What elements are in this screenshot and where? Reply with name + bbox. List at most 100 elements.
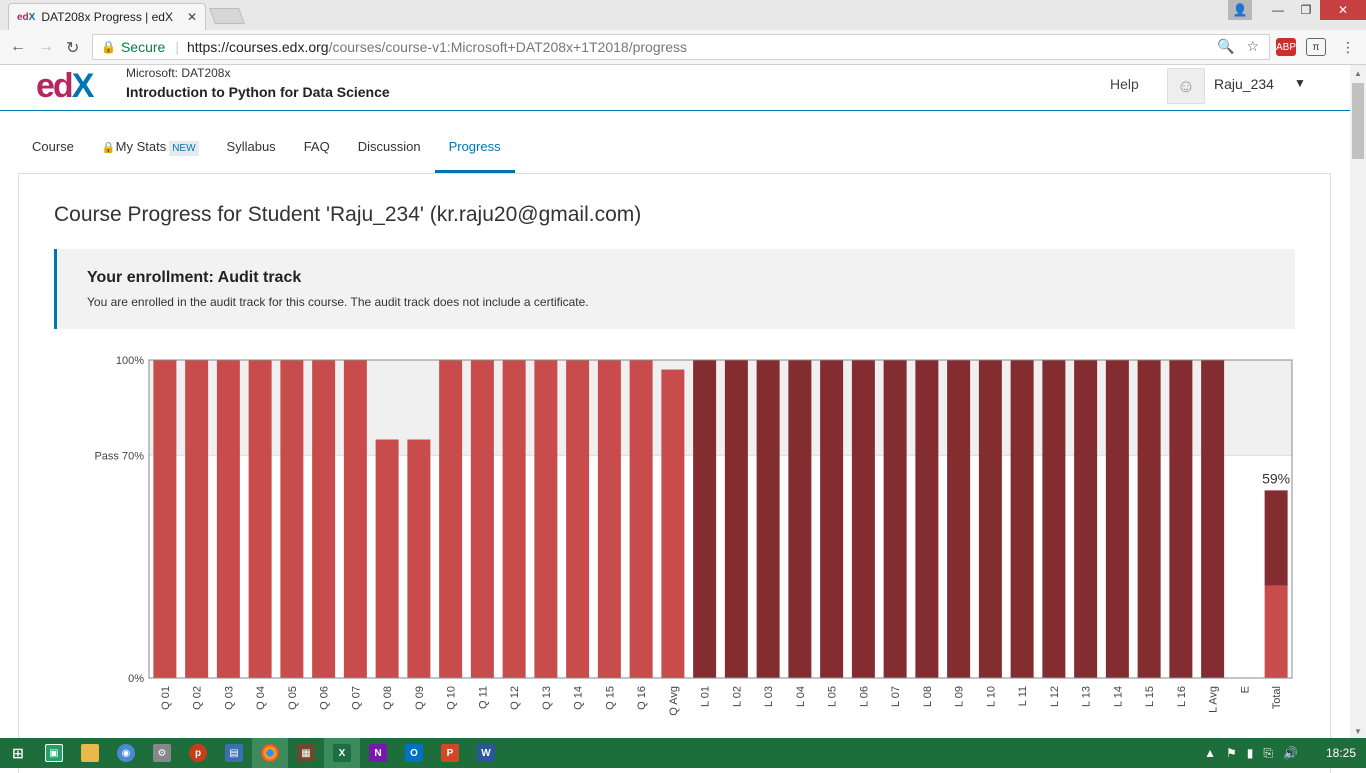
url-input[interactable]: 🔒 Secure | https://courses.edx.org/cours… bbox=[92, 34, 1270, 60]
x-tick-label: Q 15 bbox=[604, 686, 616, 710]
edx-logo[interactable]: edX bbox=[36, 67, 94, 106]
browser-tabstrip: edX DAT208x Progress | edX ✕ 👤 — ❐ ✕ bbox=[0, 0, 1366, 30]
x-tick-label: L 14 bbox=[1112, 686, 1124, 707]
address-bar: ← → ↻ 🔒 Secure | https://courses.edx.org… bbox=[0, 30, 1366, 65]
bar-q-05 bbox=[280, 360, 304, 678]
tab-syllabus[interactable]: Syllabus bbox=[213, 128, 290, 173]
taskbar-image-viewer-icon[interactable]: ▦ bbox=[288, 738, 324, 768]
scroll-up-icon[interactable]: ▲ bbox=[1354, 69, 1362, 78]
x-tick-label: L 11 bbox=[1017, 686, 1029, 706]
url-host: https://courses.edx.org bbox=[186, 39, 329, 55]
menu-icon[interactable]: ⋮ bbox=[1338, 38, 1358, 56]
start-button[interactable]: ⊞ bbox=[0, 738, 36, 768]
taskbar-powerpoint-icon[interactable]: P bbox=[432, 738, 468, 768]
profile-icon[interactable]: 👤 bbox=[1228, 0, 1252, 20]
extension-icon[interactable]: π bbox=[1306, 38, 1326, 56]
scroll-thumb[interactable] bbox=[1352, 83, 1364, 159]
bar-total-lab bbox=[1264, 490, 1288, 586]
bar-total-quiz bbox=[1264, 585, 1288, 678]
bar-l-13 bbox=[1074, 360, 1098, 678]
bar-q-04 bbox=[248, 360, 272, 678]
taskbar-paint-icon[interactable]: ▤ bbox=[216, 738, 252, 768]
tray-flag-icon[interactable]: ⚑ bbox=[1226, 746, 1237, 760]
progress-chart: Q 01 Q 02 Q 03 Q 04 Q 05 Q 06 Q 07 Q 08 Q 09 Q 10… bbox=[94, 355, 1293, 716]
bar-l-08 bbox=[915, 360, 939, 678]
x-tick-label: L 16 bbox=[1176, 686, 1188, 707]
bar-l-05 bbox=[820, 360, 844, 678]
bar-q-13 bbox=[534, 360, 558, 678]
minimize-icon[interactable]: — bbox=[1264, 0, 1292, 20]
taskbar-chrome-icon[interactable] bbox=[252, 738, 288, 768]
scroll-down-icon[interactable]: ▼ bbox=[1354, 727, 1362, 736]
page-scrollbar[interactable]: ▲ ▼ bbox=[1350, 65, 1366, 738]
enrollment-text: You are enrolled in the audit track for … bbox=[87, 295, 589, 309]
taskbar-onenote-icon[interactable]: N bbox=[360, 738, 396, 768]
bar-l-16 bbox=[1169, 360, 1193, 678]
window-close-icon[interactable]: ✕ bbox=[1320, 0, 1366, 20]
new-badge: NEW bbox=[169, 141, 199, 156]
x-tick-label: L 03 bbox=[763, 686, 775, 707]
tray-battery-icon[interactable]: ▮ bbox=[1247, 746, 1254, 760]
x-tick-label: Q 13 bbox=[541, 686, 553, 710]
x-tick-label: Total bbox=[1271, 686, 1283, 709]
taskbar-word-icon[interactable]: W bbox=[468, 738, 504, 768]
tab-progress[interactable]: Progress bbox=[434, 128, 515, 173]
tray-network-icon[interactable]: ⎘ bbox=[1263, 746, 1273, 761]
x-tick-label: Q 04 bbox=[255, 686, 267, 710]
bookmark-star-icon[interactable]: ☆ bbox=[1246, 38, 1259, 55]
help-link[interactable]: Help bbox=[1110, 76, 1139, 92]
new-tab-button[interactable] bbox=[209, 8, 245, 24]
avatar[interactable]: ☺ bbox=[1167, 68, 1205, 104]
bar-q-02 bbox=[185, 360, 209, 678]
tab-label: Discussion bbox=[357, 139, 421, 154]
taskbar-maps-icon[interactable]: ◉ bbox=[108, 738, 144, 768]
zoom-icon[interactable]: 🔍 bbox=[1217, 38, 1234, 55]
x-tick-label: Q Avg bbox=[668, 686, 680, 716]
username[interactable]: Raju_234 bbox=[1214, 76, 1274, 92]
taskbar-excel-icon[interactable]: X bbox=[324, 738, 360, 768]
clock[interactable]: 18:25 bbox=[1326, 746, 1356, 760]
forward-icon[interactable]: → bbox=[38, 38, 54, 56]
tab-course[interactable]: Course bbox=[18, 128, 88, 173]
bar-l-10 bbox=[978, 360, 1002, 678]
bar-q-01 bbox=[153, 360, 177, 678]
bar-l-avg bbox=[1201, 360, 1225, 678]
tray-expand-icon[interactable]: ▲ bbox=[1204, 746, 1216, 760]
x-tick-label: E bbox=[1239, 686, 1251, 693]
tab-my-stats[interactable]: 🔒My Stats NEW bbox=[88, 128, 213, 173]
x-tick-label: L 02 bbox=[731, 686, 743, 707]
tab-faq[interactable]: FAQ bbox=[290, 128, 344, 173]
lock-icon: 🔒 bbox=[101, 40, 116, 54]
taskbar-file-explorer-icon[interactable] bbox=[72, 738, 108, 768]
taskbar-excel-green-icon[interactable]: ▣ bbox=[36, 738, 72, 768]
tab-label: FAQ bbox=[303, 139, 330, 154]
x-tick-label: Q 14 bbox=[573, 686, 585, 710]
tab-label: Course bbox=[32, 139, 74, 154]
restore-icon[interactable]: ❐ bbox=[1292, 0, 1320, 20]
back-icon[interactable]: ← bbox=[10, 38, 26, 56]
taskbar-outlook-icon[interactable]: O bbox=[396, 738, 432, 768]
bar-q-12 bbox=[502, 360, 526, 678]
tab-discussion[interactable]: Discussion bbox=[344, 128, 435, 173]
adblock-icon[interactable]: ABP bbox=[1276, 38, 1296, 56]
bar-q-10 bbox=[439, 360, 463, 678]
bar-q-07 bbox=[343, 360, 367, 678]
enrollment-notice: Your enrollment: Audit track You are enr… bbox=[54, 249, 1295, 329]
bar-l-15 bbox=[1137, 360, 1161, 678]
bar-q-avg bbox=[661, 369, 685, 678]
x-tick-label: Q 03 bbox=[223, 686, 235, 710]
reload-icon[interactable]: ↻ bbox=[66, 38, 79, 58]
bar-q-09 bbox=[407, 439, 431, 678]
tab-label: Progress bbox=[448, 139, 501, 154]
tray-volume-icon[interactable]: 🔊 bbox=[1283, 746, 1298, 760]
tab-close-icon[interactable]: ✕ bbox=[187, 10, 197, 24]
browser-tab[interactable]: edX DAT208x Progress | edX ✕ bbox=[8, 3, 206, 30]
bar-l-03 bbox=[756, 360, 780, 678]
user-menu-caret-icon[interactable]: ▼ bbox=[1294, 76, 1306, 90]
taskbar-tools-icon[interactable]: ⚙ bbox=[144, 738, 180, 768]
taskbar-powerpoint-p-icon[interactable]: p bbox=[180, 738, 216, 768]
x-tick-label: Q 01 bbox=[160, 686, 172, 710]
x-tick-label: L 05 bbox=[827, 686, 839, 707]
url-path: /courses/course-v1:Microsoft+DAT208x+1T2… bbox=[328, 39, 688, 55]
bar-l-14 bbox=[1105, 360, 1129, 678]
